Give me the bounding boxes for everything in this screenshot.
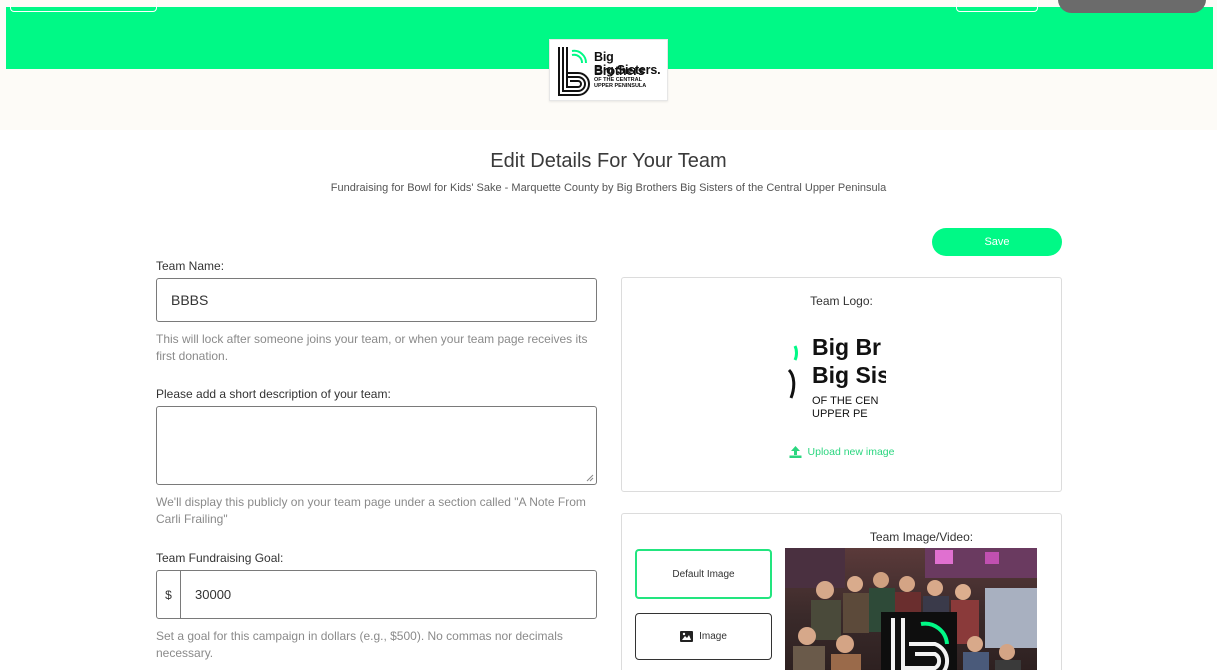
logo-preview-line1: Big Br xyxy=(812,334,881,360)
team-logo-title: Team Logo: xyxy=(810,294,873,308)
description-textarea[interactable] xyxy=(156,406,597,485)
goal-help: Set a goal for this campaign in dollars … xyxy=(156,629,563,660)
page-title: Edit Details For Your Team xyxy=(490,150,727,172)
description-label: Please add a short description of your t… xyxy=(156,387,391,401)
goal-label: Team Fundraising Goal: xyxy=(156,551,284,565)
logo-preview-mark-icon xyxy=(787,345,798,399)
goal-input[interactable]: $ 30000 xyxy=(156,570,597,619)
upload-icon xyxy=(789,446,802,458)
team-media-title: Team Image/Video: xyxy=(869,530,974,544)
image-option-label: Image xyxy=(699,631,727,642)
team-media-card: Team Image/Video: Default Image Image xyxy=(621,513,1062,670)
top-account-button[interactable] xyxy=(1058,0,1206,13)
page-subtitle: Fundraising for Bowl for Kids' Sake - Ma… xyxy=(330,182,887,194)
team-photo-image xyxy=(785,548,1037,670)
default-image-button[interactable]: Default Image xyxy=(635,549,772,599)
save-button[interactable]: Save xyxy=(932,228,1062,256)
team-name-value: BBBS xyxy=(171,292,209,308)
top-left-nav-button[interactable] xyxy=(10,0,157,12)
upload-new-image-link[interactable]: Upload new image xyxy=(622,446,1061,458)
org-logo-subtitle: OF THE CENTRAL UPPER PENINSULA xyxy=(594,77,647,89)
top-right-nav-button[interactable] xyxy=(956,0,1038,12)
team-name-input[interactable]: BBBS xyxy=(156,278,597,322)
logo-preview-line3: OF THE CEN xyxy=(812,395,879,407)
team-logo-preview: Big Br Big Sis OF THE CEN UPPER PE xyxy=(786,334,886,428)
logo-preview-line2: Big Sis xyxy=(812,362,886,388)
team-name-help: This will lock after someone joins your … xyxy=(156,332,588,363)
image-icon xyxy=(680,631,694,642)
org-logo[interactable]: Big Brothers Big Sisters. OF THE CENTRAL… xyxy=(549,39,668,101)
logo-preview-line4: UPPER PE xyxy=(812,408,868,420)
description-help: We'll display this publicly on your team… xyxy=(156,495,586,526)
org-logo-line2: Big Sisters. xyxy=(594,63,661,77)
goal-value: 30000 xyxy=(195,587,232,602)
team-name-label: Team Name: xyxy=(156,259,225,273)
team-logo-card: Team Logo: Big Br Big Sis OF THE CEN UPP… xyxy=(621,277,1062,492)
currency-prefix: $ xyxy=(157,571,181,618)
upload-new-image-label: Upload new image xyxy=(807,446,895,458)
resize-grip-icon[interactable] xyxy=(586,474,594,482)
image-option-button[interactable]: Image xyxy=(635,613,772,660)
org-logo-mark-icon xyxy=(558,47,590,96)
team-photo[interactable] xyxy=(785,548,1037,670)
